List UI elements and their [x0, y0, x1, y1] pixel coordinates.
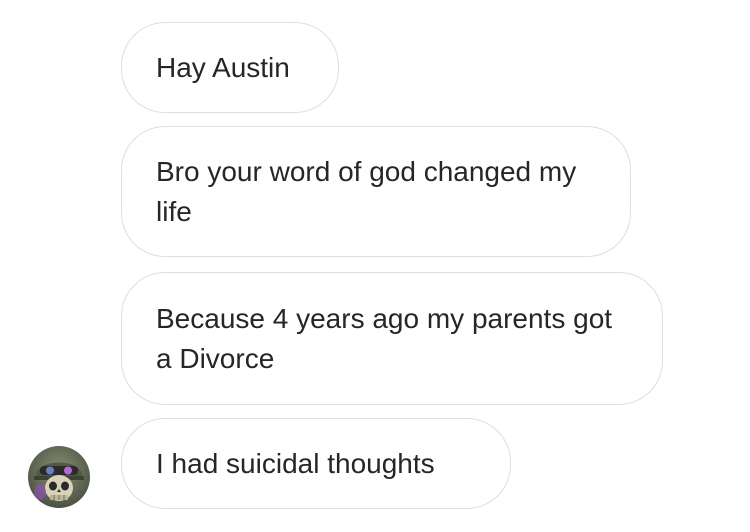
- message-thread: Hay Austin Bro your word of god changed …: [0, 0, 750, 532]
- message-text: I had suicidal thoughts: [156, 447, 435, 479]
- message-bubble[interactable]: Because 4 years ago my parents got a Div…: [121, 272, 663, 405]
- message-bubble[interactable]: Hay Austin: [121, 22, 339, 113]
- message-text: Bro your word of god changed my life: [156, 155, 577, 227]
- message-bubble[interactable]: Bro your word of god changed my life: [121, 126, 631, 257]
- message-text: Hay Austin: [156, 51, 290, 83]
- message-text: Because 4 years ago my parents got a Div…: [156, 302, 613, 374]
- message-bubble[interactable]: I had suicidal thoughts: [121, 418, 511, 509]
- sender-avatar[interactable]: [28, 446, 90, 508]
- skull-avatar-icon: [34, 462, 84, 501]
